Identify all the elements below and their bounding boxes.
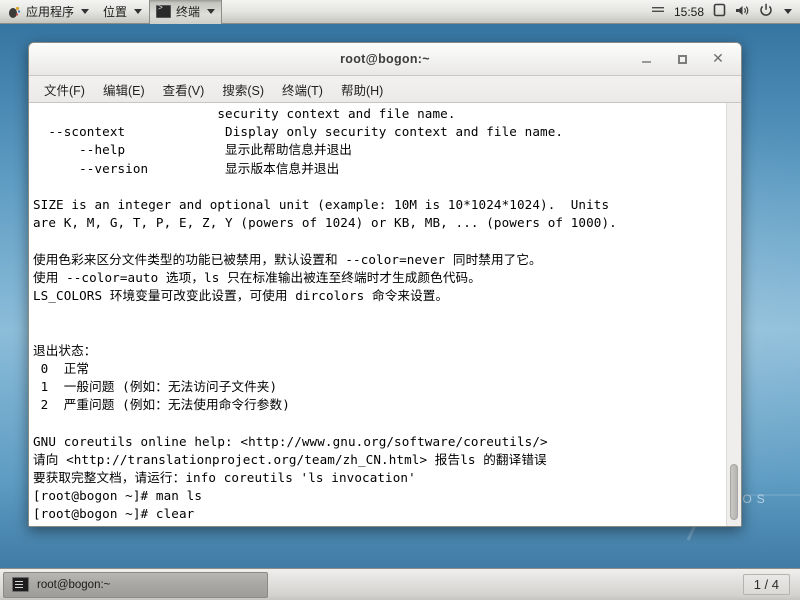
gnome-foot-icon [7, 5, 21, 19]
close-icon: ✕ [712, 51, 724, 67]
power-icon[interactable] [759, 3, 773, 20]
clock[interactable]: 15:58 [674, 5, 704, 19]
terminal-scrollbar[interactable] [726, 103, 741, 526]
chevron-down-icon [134, 9, 143, 14]
window-title: root@bogon:~ [340, 52, 430, 66]
volume-icon[interactable] [735, 4, 750, 20]
taskbar-item-terminal[interactable]: root@bogon:~ [3, 571, 268, 598]
terminal-icon [12, 577, 29, 592]
display-settings-icon[interactable] [713, 3, 726, 20]
chevron-down-icon [207, 9, 216, 14]
chevron-down-icon[interactable] [784, 9, 792, 14]
terminal-menu[interactable]: 终端 [149, 0, 223, 24]
maximize-button[interactable] [675, 52, 689, 66]
menu-help[interactable]: 帮助(H) [333, 77, 391, 102]
taskbar-item-label: root@bogon:~ [37, 578, 111, 591]
places-menu[interactable]: 位置 [96, 0, 149, 24]
minimize-button[interactable] [639, 52, 653, 66]
desktop-screen: CENTOS 应用程序 位置 [0, 0, 800, 600]
chevron-down-icon [81, 9, 90, 14]
terminal-output[interactable]: security context and file name. --sconte… [29, 103, 726, 526]
close-button[interactable]: ✕ [711, 52, 725, 66]
applications-menu[interactable]: 应用程序 [0, 0, 96, 24]
bottom-panel: root@bogon:~ 1 / 4 [0, 568, 800, 600]
places-menu-label: 位置 [103, 5, 128, 19]
scrollbar-thumb[interactable] [730, 464, 738, 520]
applications-menu-label: 应用程序 [26, 5, 75, 19]
terminal-body[interactable]: security context and file name. --sconte… [29, 103, 741, 526]
terminal-menu-label: 终端 [176, 5, 201, 19]
workspace-switcher[interactable]: 1 / 4 [742, 574, 790, 595]
menu-file[interactable]: 文件(F) [36, 77, 93, 102]
menu-view[interactable]: 查看(V) [155, 77, 213, 102]
terminal-menubar: 文件(F) 编辑(E) 查看(V) 搜索(S) 终端(T) 帮助(H) [29, 76, 741, 103]
terminal-icon [156, 4, 172, 18]
menu-edit[interactable]: 编辑(E) [95, 77, 153, 102]
menu-search[interactable]: 搜索(S) [214, 77, 272, 102]
menu-terminal[interactable]: 终端(T) [274, 77, 331, 102]
minimize-icon [641, 61, 651, 63]
terminal-window: root@bogon:~ ✕ 文件(F) 编辑(E) 查看(V) 搜索(S) 终… [28, 42, 742, 527]
display-icon[interactable] [651, 4, 665, 19]
window-titlebar[interactable]: root@bogon:~ ✕ [29, 43, 741, 76]
top-panel: 应用程序 位置 终端 15:58 [0, 0, 800, 24]
maximize-icon [677, 54, 687, 64]
